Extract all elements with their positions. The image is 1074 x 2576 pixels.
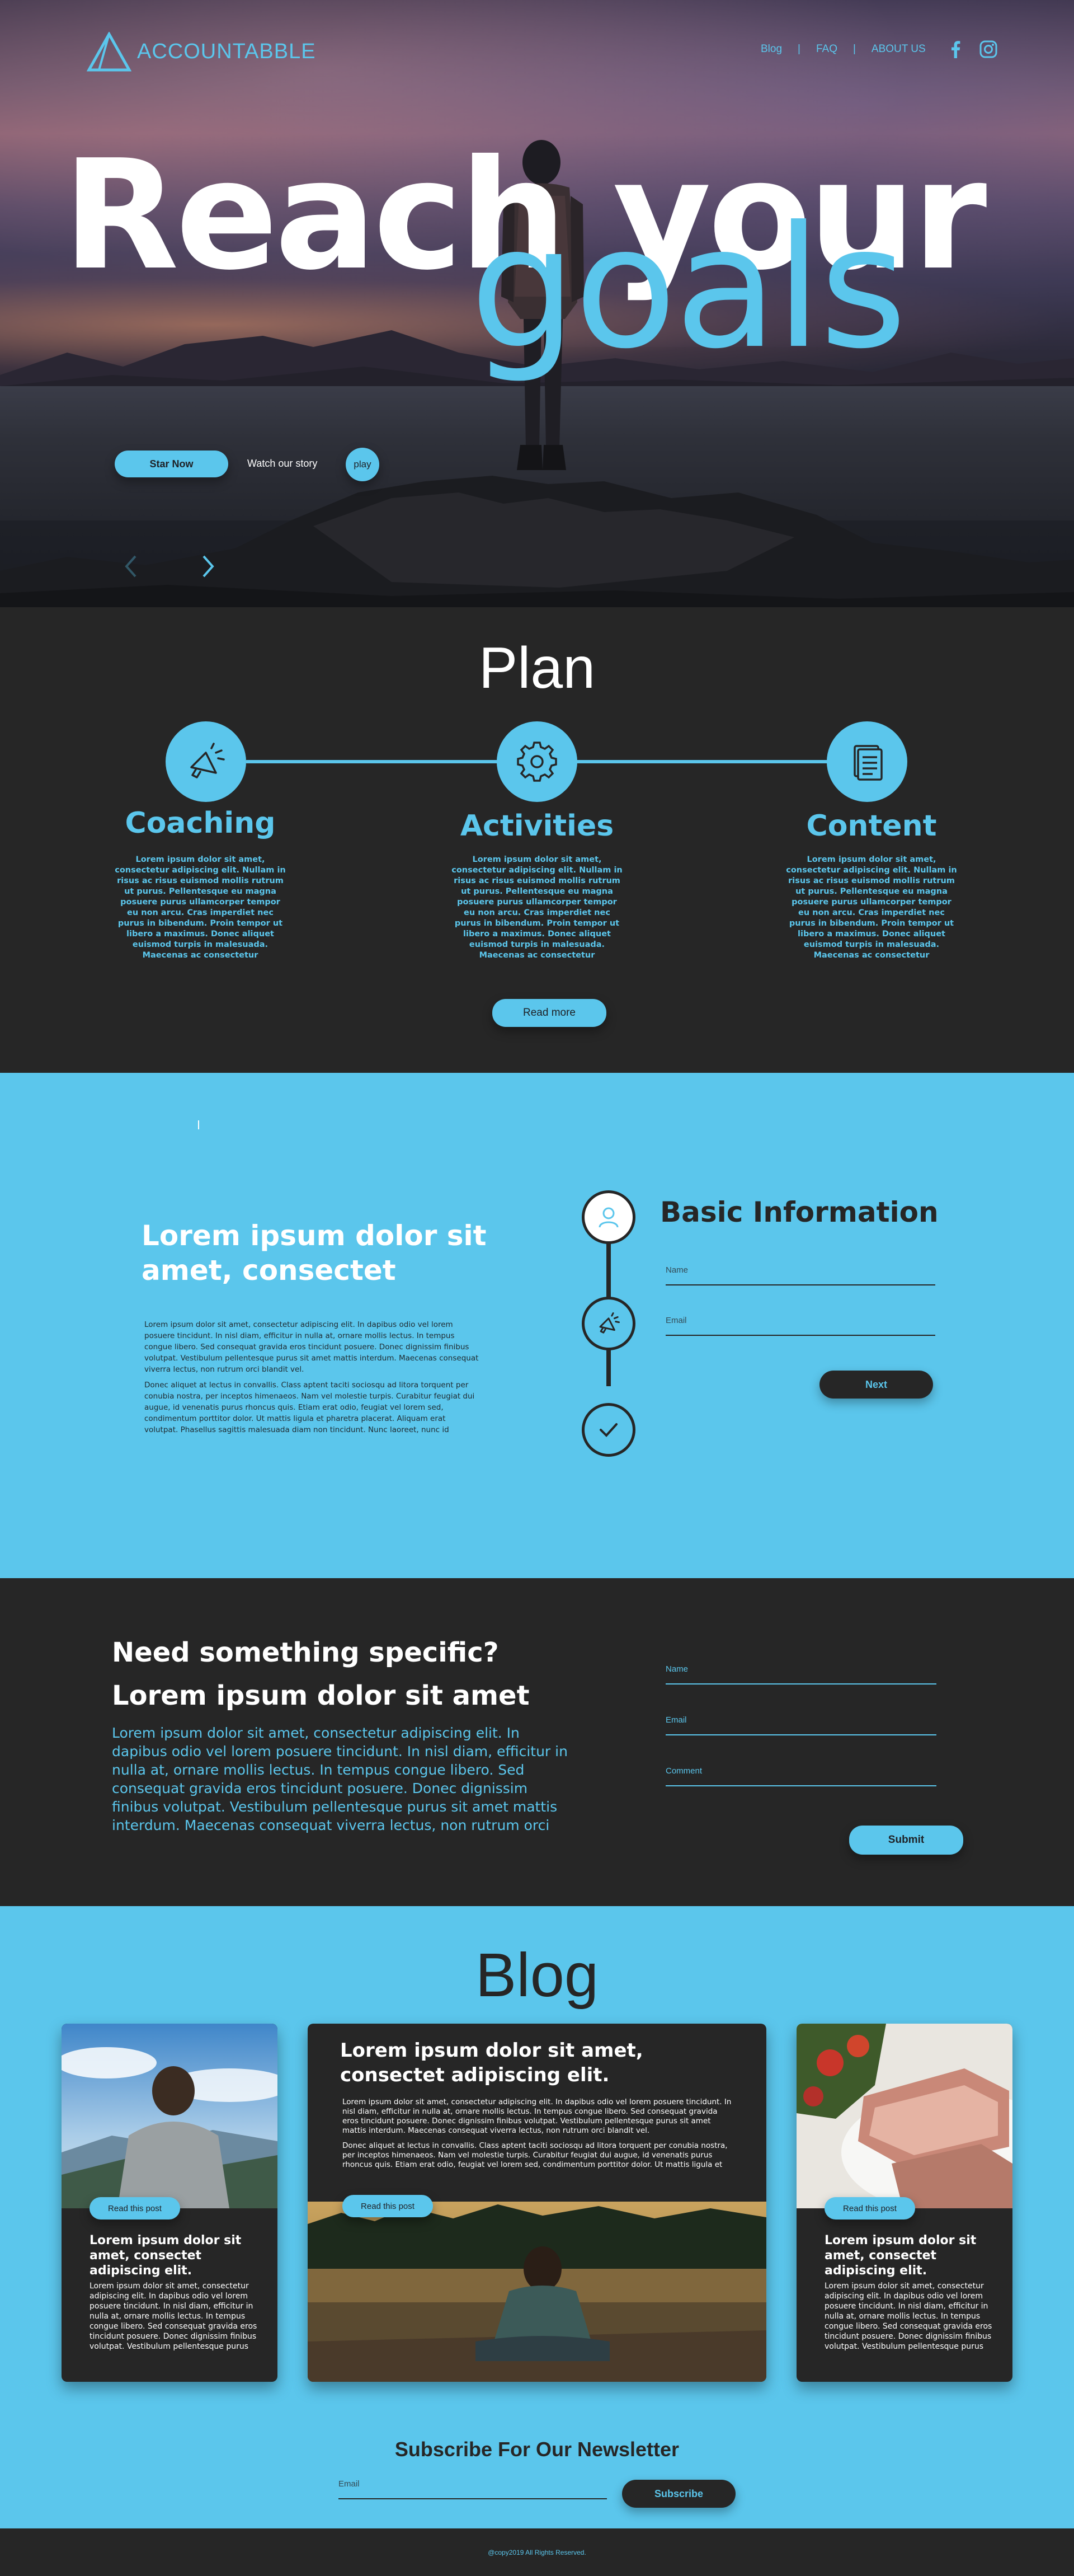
contact-section: Need something specific? Lorem ipsum dol… <box>0 1578 1074 1906</box>
nav-separator: | <box>852 43 856 55</box>
instagram-icon[interactable] <box>979 40 997 58</box>
blog-card-image <box>62 2024 277 2208</box>
megaphone-icon <box>599 1312 620 1334</box>
nav-separator: | <box>798 43 800 55</box>
blog-card-text: Donec aliquet at lectus in convallis. Cl… <box>342 2141 728 2169</box>
contact-email-field <box>666 1707 936 1735</box>
info-paragraph: Donec aliquet at lectus in convallis. Cl… <box>144 1381 475 1434</box>
blog-card-title: Lorem ipsum dolor sit amet, consectet ad… <box>825 2234 977 2278</box>
checkmark-icon <box>600 1423 618 1437</box>
info-title: Lorem ipsum dolor sit amet, consectet <box>142 1219 487 1287</box>
step-coaching[interactable] <box>582 1297 635 1350</box>
play-video-button[interactable]: play <box>346 448 379 481</box>
plan-item-text: Lorem ipsum dolor sit amet, consectetur … <box>786 855 957 960</box>
blog-card-title: Lorem ipsum dolor sit amet, consectet ad… <box>90 2234 242 2278</box>
blog-card-text: Lorem ipsum dolor sit amet, consectetur … <box>342 2098 732 2135</box>
plan-item-title: Coaching <box>125 806 276 840</box>
newsletter-email-field <box>338 2471 607 2499</box>
facebook-icon[interactable] <box>950 40 960 58</box>
hero-section: ACCOUNTABBLE Blog | FAQ | ABOUT US Reach… <box>0 0 1074 607</box>
contact-heading: Need something specific? <box>112 1637 499 1668</box>
social-links <box>950 40 997 58</box>
copyright-text: @copy2019 All Rights Reserved. <box>488 2548 586 2556</box>
email-input[interactable] <box>666 1308 935 1325</box>
footer: @copy2019 All Rights Reserved. <box>0 2528 1074 2576</box>
chevron-right-icon[interactable] <box>201 554 215 579</box>
blog-card[interactable]: Read this post Lorem ipsum dolor sit ame… <box>797 2024 1012 2382</box>
brand-logo[interactable]: ACCOUNTABBLE <box>87 31 316 73</box>
gear-icon <box>517 742 557 782</box>
nav-link-faq[interactable]: FAQ <box>816 43 837 55</box>
user-icon <box>599 1207 619 1228</box>
next-button[interactable]: Next <box>819 1371 933 1399</box>
blog-card-title: Lorem ipsum dolor sit amet, consectet ad… <box>340 2039 643 2086</box>
contact-comment-field <box>666 1758 936 1786</box>
blog-card[interactable]: Read this post Lorem ipsum dolor sit ame… <box>62 2024 277 2382</box>
newsletter-title: Subscribe For Our Newsletter <box>394 2438 680 2461</box>
newsletter-email-input[interactable] <box>338 2471 607 2489</box>
divider-tick <box>198 1120 199 1129</box>
contact-comment-input[interactable] <box>666 1758 936 1776</box>
blog-card-image <box>797 2024 1012 2208</box>
info-section: Lorem ipsum dolor sit amet, consectet Lo… <box>0 1073 1074 1578</box>
activities-icon-circle <box>497 721 577 802</box>
chevron-left-icon[interactable] <box>124 554 138 579</box>
read-post-button[interactable]: Read this post <box>825 2197 915 2220</box>
email-field <box>666 1308 935 1336</box>
read-post-button[interactable]: Read this post <box>342 2195 433 2217</box>
info-paragraph: Lorem ipsum dolor sit amet, consectetur … <box>144 1320 479 1374</box>
blog-card-featured[interactable]: Lorem ipsum dolor sit amet, consectet ad… <box>308 2024 766 2382</box>
plan-item-text: Lorem ipsum dolor sit amet, consectetur … <box>451 855 623 960</box>
plan-item-title: Activities <box>460 809 614 843</box>
contact-email-input[interactable] <box>666 1707 936 1725</box>
contact-name-input[interactable] <box>666 1657 936 1674</box>
content-icon-circle <box>827 721 907 802</box>
blog-card-text: Lorem ipsum dolor sit amet, consectetur … <box>825 2282 992 2351</box>
plan-item-text: Lorem ipsum dolor sit amet, consectetur … <box>115 855 286 960</box>
contact-subheading: Lorem ipsum dolor sit amet <box>112 1680 530 1711</box>
step-confirm[interactable] <box>582 1403 635 1457</box>
contact-text: Lorem ipsum dolor sit amet, consectetur … <box>112 1725 568 1833</box>
plan-connector-line <box>246 760 498 763</box>
submit-button[interactable]: Submit <box>849 1826 963 1855</box>
subscribe-button[interactable]: Subscribe <box>622 2480 736 2508</box>
nav-link-about-us[interactable]: ABOUT US <box>872 43 926 55</box>
step-profile[interactable] <box>582 1190 635 1244</box>
logo-text: ACCOUNTABBLE <box>137 40 316 63</box>
name-input[interactable] <box>666 1257 935 1275</box>
contact-name-field <box>666 1657 936 1685</box>
nav-link-blog[interactable]: Blog <box>761 43 782 55</box>
watch-story-label: Watch our story <box>247 458 318 469</box>
name-field <box>666 1257 935 1285</box>
read-post-button[interactable]: Read this post <box>90 2197 180 2220</box>
plan-section: Plan Coaching Lorem ipsum dolor sit amet… <box>0 607 1074 1073</box>
document-icon <box>854 745 883 781</box>
plan-connector-line <box>576 760 828 763</box>
basic-info-title: Basic Information <box>660 1196 939 1228</box>
blog-section: Blog Read this post Lorem ipsum dolor si… <box>0 1906 1074 2528</box>
top-nav: Blog | FAQ | ABOUT US <box>761 40 997 58</box>
blog-title: Blog <box>475 1941 599 2010</box>
blog-card-image <box>308 2202 766 2382</box>
megaphone-icon <box>190 743 225 778</box>
coaching-icon-circle <box>166 721 246 802</box>
blog-card-text: Lorem ipsum dolor sit amet, consectetur … <box>90 2282 257 2351</box>
plan-title: Plan <box>478 636 596 701</box>
start-now-button[interactable]: Star Now <box>115 451 228 477</box>
hero-headline-accent: goals <box>470 190 907 386</box>
read-more-button[interactable]: Read more <box>492 999 606 1027</box>
plan-item-title: Content <box>806 809 937 843</box>
triangle-logo-icon <box>87 31 131 71</box>
